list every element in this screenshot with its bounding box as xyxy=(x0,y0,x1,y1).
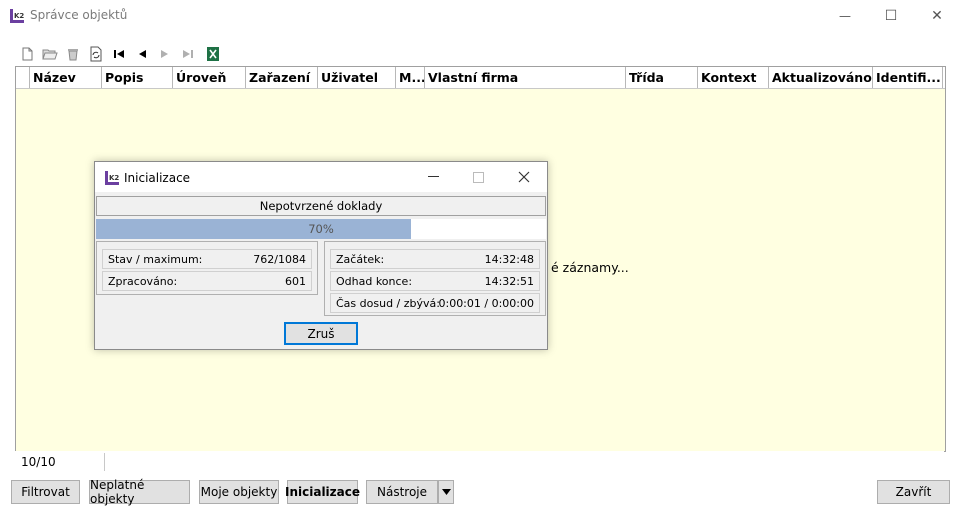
grid-header: Název Popis Úroveň Zařazení Uživatel M..… xyxy=(16,67,945,89)
delete-icon[interactable] xyxy=(65,46,81,62)
next-record-icon[interactable] xyxy=(157,46,173,62)
close-icon xyxy=(518,171,530,183)
column-header-m[interactable]: M... xyxy=(396,67,425,88)
stat-label: Zpracováno: xyxy=(108,275,178,288)
column-header-popis[interactable]: Popis xyxy=(102,67,173,88)
excel-export-icon[interactable] xyxy=(205,46,221,62)
cancel-button[interactable]: Zruš xyxy=(284,322,358,345)
column-header-zarazeni[interactable]: Zařazení xyxy=(246,67,318,88)
app-logo-icon: K2 xyxy=(9,8,25,24)
stat-row-zacatek: Začátek: 14:32:48 xyxy=(330,249,540,269)
moje-objekty-button[interactable]: Moje objekty xyxy=(199,480,279,504)
svg-text:K2: K2 xyxy=(109,174,119,182)
window-title: Správce objektů xyxy=(30,8,128,22)
column-header-vlastni-firma[interactable]: Vlastní firma xyxy=(425,67,626,88)
column-header-kontext[interactable]: Kontext xyxy=(698,67,769,88)
nastroje-button[interactable]: Nástroje xyxy=(366,480,438,504)
stat-row-cas: Čas dosud / zbývá: 0:00:01 / 0:00:00 xyxy=(330,293,540,313)
stat-row-stav: Stav / maximum: 762/1084 xyxy=(102,249,312,269)
stat-value: 14:32:51 xyxy=(484,275,534,288)
dialog-minimize-button[interactable] xyxy=(411,162,456,192)
stat-row-odhad-konce: Odhad konce: 14:32:51 xyxy=(330,271,540,291)
stat-value: 14:32:48 xyxy=(484,253,534,266)
close-button[interactable]: ✕ xyxy=(914,0,960,32)
grid-row-indicator-header xyxy=(16,67,30,88)
maximize-icon: ☐ xyxy=(884,8,898,24)
dropdown-arrow-icon xyxy=(441,489,451,495)
column-header-identifi[interactable]: Identifi... xyxy=(873,67,943,88)
svg-text:K2: K2 xyxy=(14,12,24,20)
minimize-button[interactable]: — xyxy=(822,0,868,32)
maximize-icon xyxy=(473,171,484,183)
column-header-trida[interactable]: Třída xyxy=(626,67,698,88)
previous-record-icon[interactable] xyxy=(134,46,150,62)
new-icon[interactable] xyxy=(19,46,35,62)
stat-label: Odhad konce: xyxy=(336,275,413,288)
filtrovat-button[interactable]: Filtrovat xyxy=(11,480,80,504)
first-record-icon[interactable] xyxy=(111,46,127,62)
grid-loading-message: é záznamy... xyxy=(551,260,629,275)
open-icon[interactable] xyxy=(42,46,58,62)
stat-value: 601 xyxy=(285,275,306,288)
inicializace-button[interactable]: Inicializace xyxy=(285,480,360,504)
statusbar-divider xyxy=(104,453,105,471)
stat-value: 762/1084 xyxy=(253,253,306,266)
progress-percent: 70% xyxy=(308,222,334,236)
close-icon: ✕ xyxy=(931,8,943,24)
column-header-uzivatel[interactable]: Uživatel xyxy=(318,67,396,88)
stats-panel-right: Začátek: 14:32:48 Odhad konce: 14:32:51 … xyxy=(324,241,546,316)
dialog-maximize-button xyxy=(456,162,501,192)
stat-label: Stav / maximum: xyxy=(108,253,203,266)
window-titlebar[interactable]: K2 Správce objektů — ☐ ✕ xyxy=(0,0,960,32)
zavrit-button[interactable]: Zavřít xyxy=(877,480,950,504)
neplatne-objekty-button[interactable]: Neplatné objekty xyxy=(89,478,190,506)
stat-label: Začátek: xyxy=(336,253,385,266)
minimize-icon: — xyxy=(839,9,851,23)
dialog-close-button[interactable] xyxy=(501,162,546,192)
progress-bar: 70% xyxy=(96,219,546,239)
maximize-button[interactable]: ☐ xyxy=(868,0,914,32)
column-header-uroven[interactable]: Úroveň xyxy=(173,67,246,88)
initialization-dialog: K2 Inicializace Nepotvrzené doklady 70% … xyxy=(94,161,548,350)
nastroje-dropdown-button[interactable] xyxy=(438,480,454,504)
dialog-title: Inicializace xyxy=(124,171,191,185)
column-header-aktualizovano[interactable]: Aktualizováno xyxy=(769,67,873,88)
minimize-icon xyxy=(428,176,439,178)
record-count: 10/10 xyxy=(21,455,56,469)
stats-panel-left: Stav / maximum: 762/1084 Zpracováno: 601 xyxy=(96,241,318,295)
dialog-app-logo-icon: K2 xyxy=(104,170,120,186)
stat-row-zpracovano: Zpracováno: 601 xyxy=(102,271,312,291)
refresh-icon[interactable] xyxy=(88,46,104,62)
statusbar: 10/10 xyxy=(15,451,944,473)
stat-label: Čas dosud / zbývá: xyxy=(336,297,440,310)
stage-label: Nepotvrzené doklady xyxy=(96,196,546,216)
column-header-nazev[interactable]: Název xyxy=(30,67,102,88)
dialog-titlebar[interactable]: K2 Inicializace xyxy=(95,162,547,192)
stat-value: 0:00:01 / 0:00:00 xyxy=(438,297,534,310)
last-record-icon[interactable] xyxy=(180,46,196,62)
toolbar xyxy=(15,44,948,64)
